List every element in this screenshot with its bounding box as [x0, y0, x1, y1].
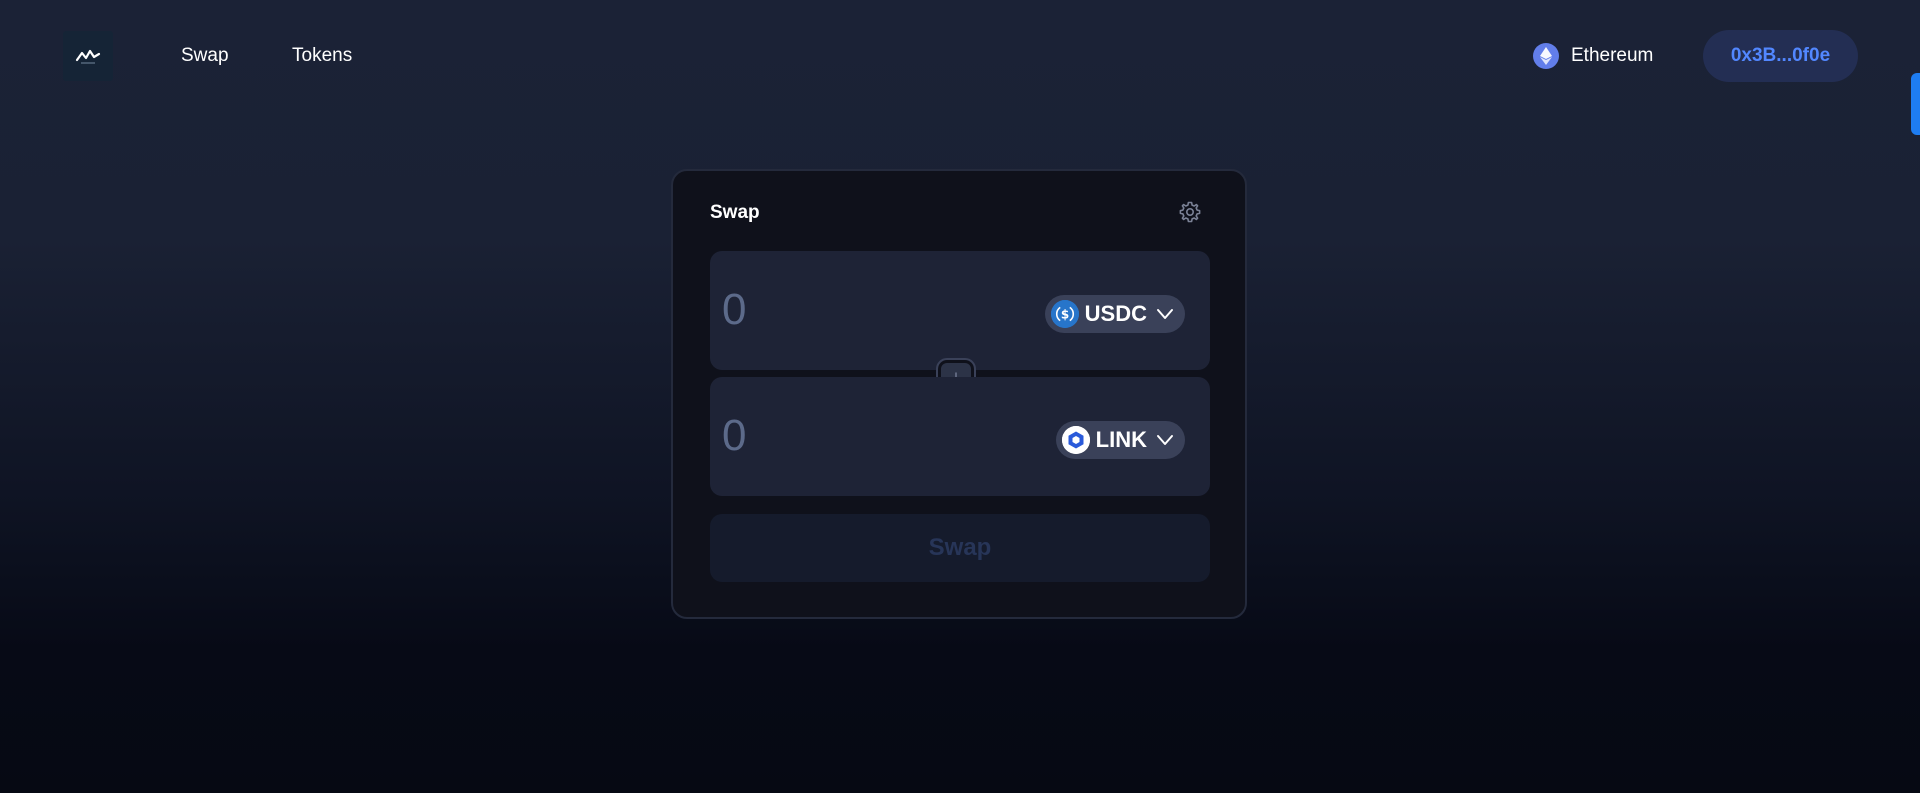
dex-logo-icon	[75, 49, 101, 64]
chainlink-icon	[1061, 426, 1090, 454]
chevron-down-icon	[1157, 309, 1173, 319]
from-token-panel: $ USDC	[710, 251, 1210, 370]
svg-text:$: $	[1060, 308, 1068, 322]
nav-swap[interactable]: Swap	[181, 45, 229, 67]
swap-card: Swap $ USDC	[671, 169, 1247, 619]
swap-submit-button[interactable]: Swap	[710, 514, 1210, 582]
to-amount-input[interactable]	[722, 411, 1022, 461]
gear-icon[interactable]	[1178, 200, 1202, 224]
from-token-selector[interactable]: $ USDC	[1044, 295, 1185, 333]
chevron-down-icon	[1157, 435, 1173, 445]
top-nav-bar: Swap Tokens Ethereum 0x3B...0f0e	[0, 0, 1920, 115]
to-token-symbol: LINK	[1095, 427, 1147, 452]
from-token-symbol: USDC	[1084, 301, 1147, 326]
usdc-icon: $	[1050, 300, 1079, 328]
swap-card-title: Swap	[710, 202, 760, 223]
to-token-panel: LINK	[710, 377, 1210, 496]
to-token-selector[interactable]: LINK	[1055, 421, 1185, 459]
side-panel-tab[interactable]	[1911, 73, 1920, 135]
nav-tokens[interactable]: Tokens	[292, 45, 352, 67]
network-name: Ethereum	[1571, 45, 1654, 66]
from-amount-input[interactable]	[722, 285, 1022, 335]
app-logo[interactable]	[63, 31, 113, 81]
wallet-address-button[interactable]: 0x3B...0f0e	[1703, 30, 1858, 82]
network-selector[interactable]: Ethereum	[1533, 43, 1653, 69]
ethereum-icon	[1533, 43, 1559, 69]
